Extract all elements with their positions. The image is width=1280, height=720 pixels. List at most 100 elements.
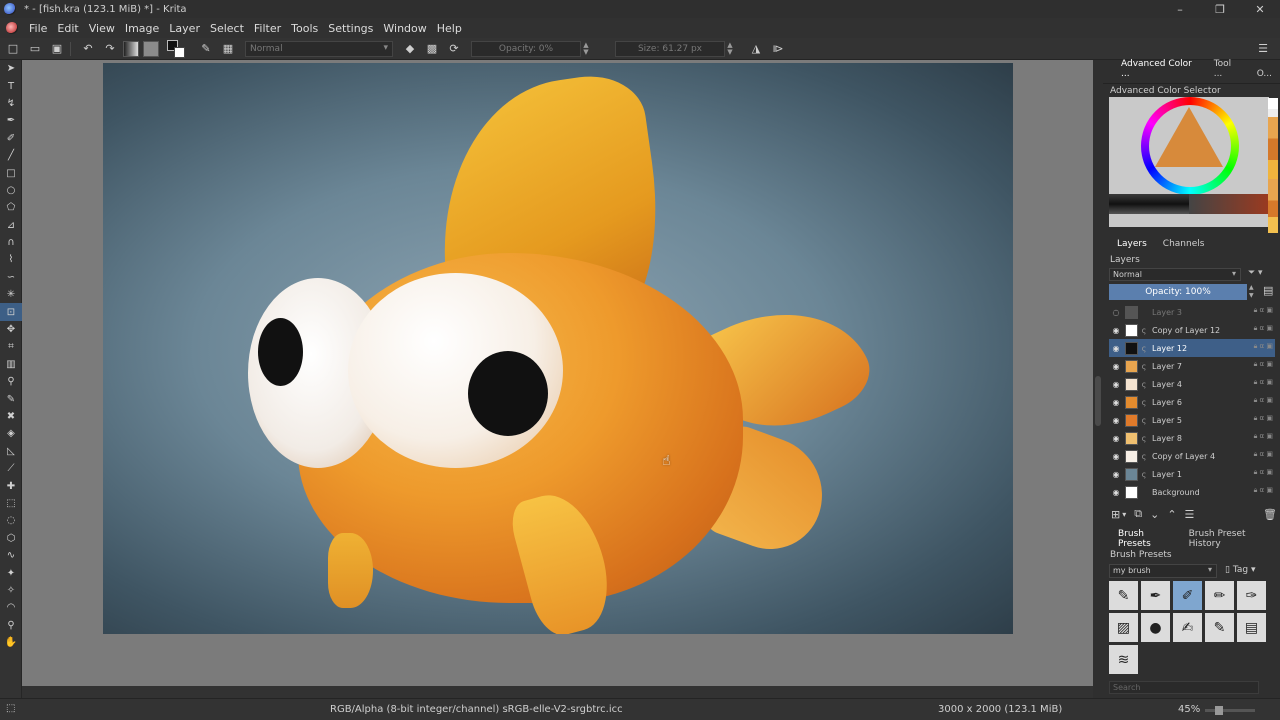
brush-tag-select[interactable]: my brush (1109, 564, 1217, 578)
move-layer-down-icon[interactable]: ⌄ (1150, 508, 1159, 521)
similar-selection-tool-icon[interactable]: ✧ (0, 582, 22, 599)
preserve-alpha-icon[interactable]: ▩ (423, 40, 441, 58)
visibility-eye-icon[interactable]: ◉ (1109, 344, 1123, 353)
layer-row[interactable]: ◉ ς Layer 7 🔒︎ α ▣ (1109, 357, 1275, 375)
brush-preset[interactable]: ✍ (1173, 613, 1202, 642)
background-color[interactable] (174, 46, 185, 58)
brush-search-input[interactable]: Search (1109, 681, 1259, 694)
tab-brush-preset-history[interactable]: Brush Preset History (1182, 529, 1280, 549)
layer-ops[interactable]: 🔒︎ α ▣ (1254, 486, 1273, 495)
scrollbar-thumb[interactable] (1095, 376, 1101, 426)
canvas-area[interactable]: ☝ (22, 60, 1093, 686)
gradient-selector[interactable] (123, 40, 139, 57)
layer-ops[interactable]: 🔒︎ α ▣ (1254, 414, 1273, 423)
opacity-spinner[interactable]: ▲ ▼ (581, 41, 591, 57)
selection-status-icon[interactable]: ⬚ (6, 703, 15, 714)
dynamic-brush-tool-icon[interactable]: ∽ (0, 269, 22, 286)
measure-tool-icon[interactable]: ⟋ (0, 460, 22, 477)
menu-filter[interactable]: Filter (249, 22, 286, 35)
brush-editor-icon[interactable]: ✎ (197, 40, 215, 58)
freehand-selection-tool-icon[interactable]: ∿ (0, 547, 22, 564)
visibility-eye-icon[interactable]: ◉ (1109, 380, 1123, 389)
brush-preset[interactable]: ▤ (1237, 613, 1266, 642)
menu-select[interactable]: Select (205, 22, 249, 35)
menu-image[interactable]: Image (120, 22, 164, 35)
line-tool-icon[interactable]: ╱ (0, 147, 22, 164)
color-space-label[interactable]: RGB/Alpha (8-bit integer/channel) sRGB-e… (330, 704, 623, 715)
saturation-value-triangle[interactable] (1155, 107, 1223, 167)
menu-settings[interactable]: Settings (323, 22, 378, 35)
mirror-horizontal-icon[interactable]: ◮ (747, 40, 765, 58)
color-history-column[interactable] (1268, 98, 1278, 233)
goldfish-artwork[interactable]: ☝ (103, 63, 1013, 634)
layer-ops[interactable]: 🔒︎ α ▣ (1254, 360, 1273, 369)
visibility-eye-icon[interactable]: ◉ (1109, 326, 1123, 335)
layer-ops[interactable]: 🔒︎ α ▣ (1254, 396, 1273, 405)
blend-mode-select[interactable]: Normal (245, 40, 393, 57)
layer-row[interactable]: ◉ ς Copy of Layer 12 🔒︎ α ▣ (1109, 321, 1275, 339)
save-icon[interactable]: ▣ (48, 40, 66, 58)
menu-tools[interactable]: Tools (286, 22, 323, 35)
fill-tool-icon[interactable]: ◈ (0, 425, 22, 442)
layer-properties-menu-icon[interactable]: ▤ (1263, 284, 1273, 297)
visibility-eye-icon[interactable]: ◉ (1109, 434, 1123, 443)
rectangular-selection-tool-icon[interactable]: ⬚ (0, 495, 22, 512)
visibility-off-icon[interactable]: ◌ (1109, 308, 1123, 317)
polyline-tool-icon[interactable]: ⊿ (0, 217, 22, 234)
reload-preset-icon[interactable]: ⟳ (445, 40, 463, 58)
open-folder-icon[interactable]: ▭ (26, 40, 44, 58)
ellipse-tool-icon[interactable]: ○ (0, 182, 22, 199)
visibility-eye-icon[interactable]: ◉ (1109, 362, 1123, 371)
text-tool-icon[interactable]: T (0, 77, 22, 94)
bezier-selection-tool-icon[interactable]: ◠ (0, 599, 22, 616)
polygon-tool-icon[interactable]: ⬠ (0, 199, 22, 216)
undo-icon[interactable]: ↶ (79, 40, 97, 58)
assistant-tool-icon[interactable]: ◺ (0, 443, 22, 460)
visibility-eye-icon[interactable]: ◉ (1109, 488, 1123, 497)
eraser-mode-icon[interactable]: ◆ (401, 40, 419, 58)
freehand-path-tool-icon[interactable]: ⌇ (0, 251, 22, 268)
layer-row[interactable]: ◉ ς Copy of Layer 4 🔒︎ α ▣ (1109, 447, 1275, 465)
brush-preset[interactable]: ✎ (1205, 613, 1234, 642)
transform-tool-icon[interactable]: ⊡ (0, 303, 22, 321)
size-spinner[interactable]: ▲ ▼ (725, 41, 735, 57)
layer-ops[interactable]: 🔒︎ α ▣ (1254, 450, 1273, 459)
colorize-mask-tool-icon[interactable]: ✎ (0, 390, 22, 407)
move-layer-up-icon[interactable]: ⌃ (1167, 508, 1176, 521)
layer-row[interactable]: ◉ ς Layer 5 🔒︎ α ▣ (1109, 411, 1275, 429)
layer-row[interactable]: ◌ Layer 3 🔒︎ α ▣ (1109, 303, 1275, 321)
crop-tool-icon[interactable]: ⌗ (0, 338, 22, 355)
brush-preset[interactable]: ✒ (1141, 581, 1170, 610)
tag-button[interactable]: ▯ Tag ▾ (1225, 565, 1255, 575)
visibility-eye-icon[interactable]: ◉ (1109, 452, 1123, 461)
elliptical-selection-tool-icon[interactable]: ◌ (0, 512, 22, 529)
toolbar-menu-icon[interactable]: ☰ (1254, 40, 1272, 58)
smart-patch-tool-icon[interactable]: ✖ (0, 408, 22, 425)
calligraphy-tool-icon[interactable]: ✒ (0, 112, 22, 129)
gradient-tool-icon[interactable]: ▥ (0, 356, 22, 373)
select-shapes-tool-icon[interactable]: ➤ (0, 60, 22, 77)
visibility-eye-icon[interactable]: ◉ (1109, 470, 1123, 479)
edit-shapes-tool-icon[interactable]: ↯ (0, 95, 22, 112)
layer-row[interactable]: ◉ ς Layer 8 🔒︎ α ▣ (1109, 429, 1275, 447)
brush-preset[interactable]: ● (1141, 613, 1170, 642)
zoom-slider-knob[interactable] (1215, 706, 1223, 715)
zoom-level[interactable]: 45% (1178, 704, 1200, 715)
visibility-eye-icon[interactable]: ◉ (1109, 416, 1123, 425)
freehand-brush-tool-icon[interactable]: ✐ (0, 130, 22, 147)
layer-opacity-spinner[interactable]: ▲ ▼ (1249, 284, 1257, 300)
move-tool-icon[interactable]: ✥ (0, 321, 22, 338)
tab-advanced-color[interactable]: Advanced Color ... (1113, 59, 1206, 83)
brush-preset[interactable]: ✑ (1237, 581, 1266, 610)
add-layer-icon[interactable]: ⊞ (1111, 508, 1120, 521)
menu-help[interactable]: Help (432, 22, 467, 35)
delete-layer-icon[interactable]: 🗑︎ (1263, 508, 1277, 521)
new-document-icon[interactable]: □ (4, 40, 22, 58)
menu-view[interactable]: View (84, 22, 120, 35)
menu-file[interactable]: File (24, 22, 52, 35)
fg-bg-color-selector[interactable] (167, 39, 185, 58)
vertical-scrollbar[interactable] (1093, 60, 1103, 698)
layer-opacity-slider[interactable]: Opacity: 100% ▲ ▼ (1109, 284, 1254, 300)
menu-layer[interactable]: Layer (164, 22, 205, 35)
tab-channels[interactable]: Channels (1155, 239, 1213, 249)
